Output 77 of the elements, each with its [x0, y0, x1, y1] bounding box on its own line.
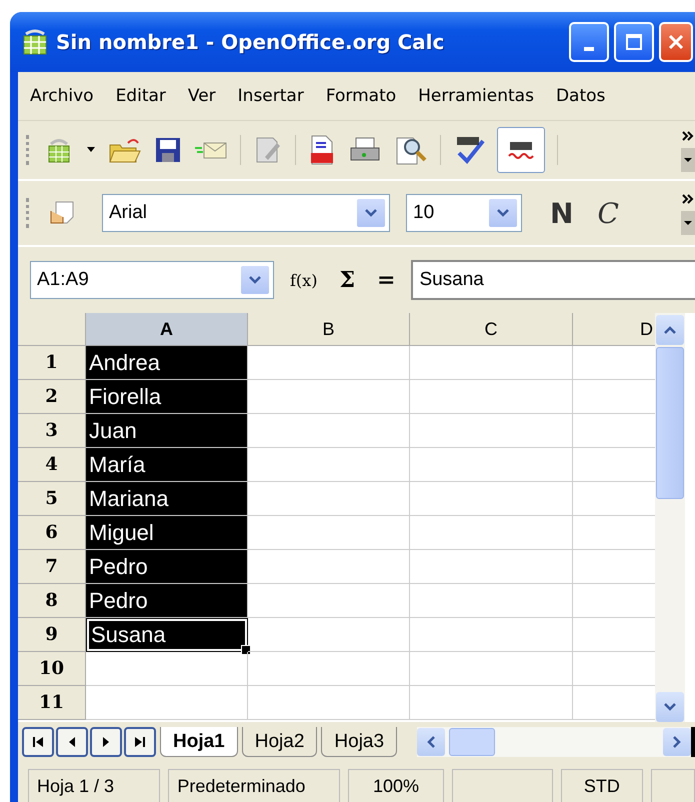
sheet-tab[interactable]: Hoja2 [242, 727, 318, 757]
row-header[interactable]: 6 [18, 516, 86, 550]
scroll-down-icon[interactable] [656, 692, 684, 722]
bold-button[interactable]: N [544, 196, 580, 230]
status-field: Hoja 1 / 3 [28, 769, 160, 802]
table-cell: Pedro [86, 550, 248, 584]
auto-spellcheck-button[interactable] [497, 127, 545, 173]
table-cell: Andrea [86, 346, 248, 380]
first-sheet-button[interactable] [22, 727, 54, 757]
sheet-tab[interactable]: Hoja1 [160, 727, 238, 757]
close-icon [667, 33, 685, 51]
menu-item[interactable]: Ver [188, 86, 216, 106]
table-cell: Susana [86, 618, 248, 652]
row-header[interactable]: 2 [18, 380, 86, 414]
table-cell: Juan [86, 414, 248, 448]
pdf-icon[interactable] [308, 134, 336, 166]
column-header[interactable]: D [573, 313, 655, 346]
scroll-up-icon[interactable] [656, 315, 684, 345]
status-field: STD [561, 769, 643, 802]
column-header[interactable]: B [248, 313, 410, 346]
next-sheet-button[interactable] [90, 727, 122, 757]
font-name-field[interactable]: Arial [102, 194, 390, 232]
scroll-thumb[interactable] [449, 728, 496, 756]
dropdown-icon[interactable] [241, 266, 269, 294]
formula-input-field[interactable]: Susana [411, 260, 695, 300]
name-box[interactable]: A1:A9 [30, 261, 274, 299]
menu-item[interactable]: Herramientas [418, 86, 534, 106]
table-cell: María [86, 448, 248, 482]
row-header[interactable]: 10 [18, 652, 86, 686]
row-header[interactable]: 4 [18, 448, 86, 482]
status-field [650, 769, 695, 802]
save-icon[interactable] [154, 136, 182, 164]
dropdown-arrow-icon[interactable] [86, 146, 96, 154]
sheet-tab[interactable]: Hoja3 [321, 727, 398, 757]
table-cell: Mariana [86, 482, 248, 516]
window-title: Sin nombre1 - OpenOffice.org Calc [56, 30, 444, 54]
table-cell: Pedro [86, 584, 248, 618]
last-icon [134, 735, 146, 749]
row-header[interactable]: 9 [18, 618, 86, 652]
maximize-icon [625, 33, 643, 51]
scroll-thumb[interactable] [656, 347, 684, 499]
maximize-button[interactable] [614, 22, 654, 62]
row-header[interactable]: 5 [18, 482, 86, 516]
table-cell: Fiorella [86, 380, 248, 414]
row-header[interactable]: 7 [18, 550, 86, 584]
horizontal-scrollbar[interactable] [417, 727, 695, 757]
column-header[interactable]: A [86, 313, 248, 346]
vertical-scrollbar[interactable] [655, 313, 685, 722]
minimize-icon [584, 47, 594, 51]
menu-item[interactable]: Editar [116, 86, 166, 106]
font-size-field[interactable]: 10 [406, 194, 522, 232]
table-cell: Miguel [86, 516, 248, 550]
last-sheet-button[interactable] [124, 727, 156, 757]
scroll-right-icon[interactable] [663, 728, 691, 756]
function-wizard-button[interactable]: f(x) [284, 270, 324, 290]
menu-item[interactable]: Formato [326, 86, 396, 106]
row-header[interactable]: 11 [18, 686, 86, 720]
status-field: Predeterminado [168, 769, 340, 802]
italic-button[interactable]: C [591, 196, 625, 230]
previous-sheet-button[interactable] [56, 727, 88, 757]
row-header[interactable]: 8 [18, 584, 86, 618]
row-header[interactable]: 3 [18, 414, 86, 448]
menu-item[interactable]: Archivo [30, 86, 94, 106]
function-button[interactable]: = [371, 267, 402, 293]
menu-item[interactable]: Insertar [238, 86, 304, 106]
row-header[interactable]: 1 [18, 346, 86, 380]
status-field: 100% [348, 769, 444, 802]
close-button[interactable] [659, 22, 693, 62]
spreadsheet-icon [22, 28, 48, 56]
scroll-left-icon[interactable] [417, 728, 446, 756]
menu-item[interactable]: Datos [556, 86, 606, 106]
dropdown-icon[interactable] [357, 199, 385, 227]
column-header[interactable]: C [410, 313, 573, 346]
dropdown-icon[interactable] [489, 199, 517, 227]
minimize-button[interactable] [569, 22, 609, 62]
first-icon [32, 735, 44, 749]
sum-button[interactable]: Σ [333, 267, 361, 293]
